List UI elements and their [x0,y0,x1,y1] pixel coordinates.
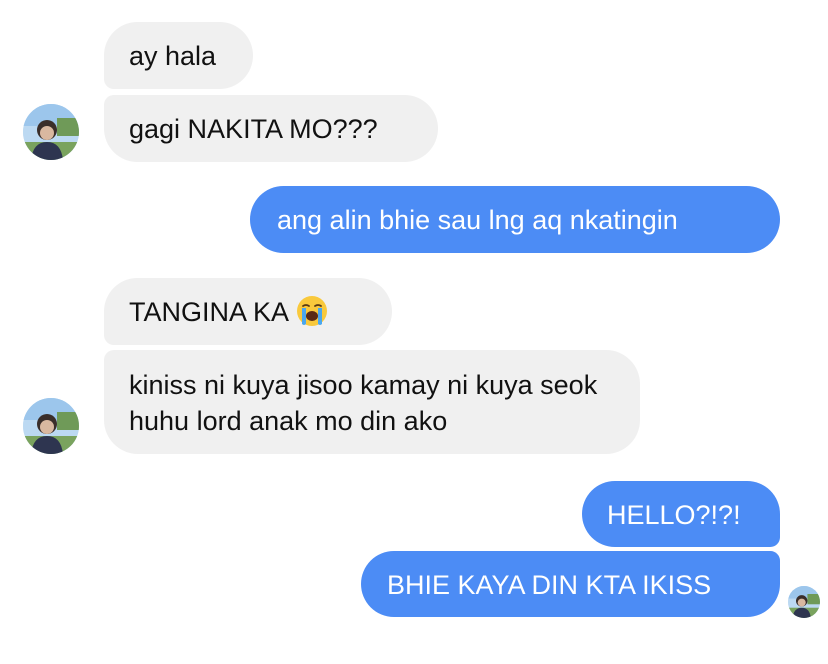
outgoing-message-bubble[interactable]: BHIE KAYA DIN KTA IKISS [361,551,780,617]
message-text: gagi NAKITA MO??? [129,114,378,144]
loudly-crying-face-emoji [295,294,329,328]
message-text: TANGINA KA [129,297,290,327]
incoming-message-bubble[interactable]: TANGINA KA [104,278,392,345]
incoming-message-bubble[interactable]: kiniss ni kuya jisoo kamay ni kuya seok … [104,350,640,454]
avatar-photo-icon [788,586,820,618]
message-text: BHIE KAYA DIN KTA IKISS [387,570,712,600]
message-text: kiniss ni kuya jisoo kamay ni kuya seok … [129,370,598,436]
message-text: ay hala [129,41,217,71]
read-receipt-avatar [788,586,820,618]
incoming-message-bubble[interactable]: gagi NAKITA MO??? [104,95,438,162]
message-text: HELLO?!?! [607,500,741,530]
message-text: ang alin bhie sau lng aq nkatingin [277,205,678,235]
avatar-photo-icon [23,398,79,454]
outgoing-message-bubble[interactable]: ang alin bhie sau lng aq nkatingin [250,186,780,253]
incoming-message-bubble[interactable]: ay hala [104,22,253,89]
profile-photo-avatar[interactable] [23,398,79,454]
avatar-photo-icon [23,104,79,160]
outgoing-message-bubble[interactable]: HELLO?!?! [582,481,780,547]
profile-photo-avatar[interactable] [23,104,79,160]
